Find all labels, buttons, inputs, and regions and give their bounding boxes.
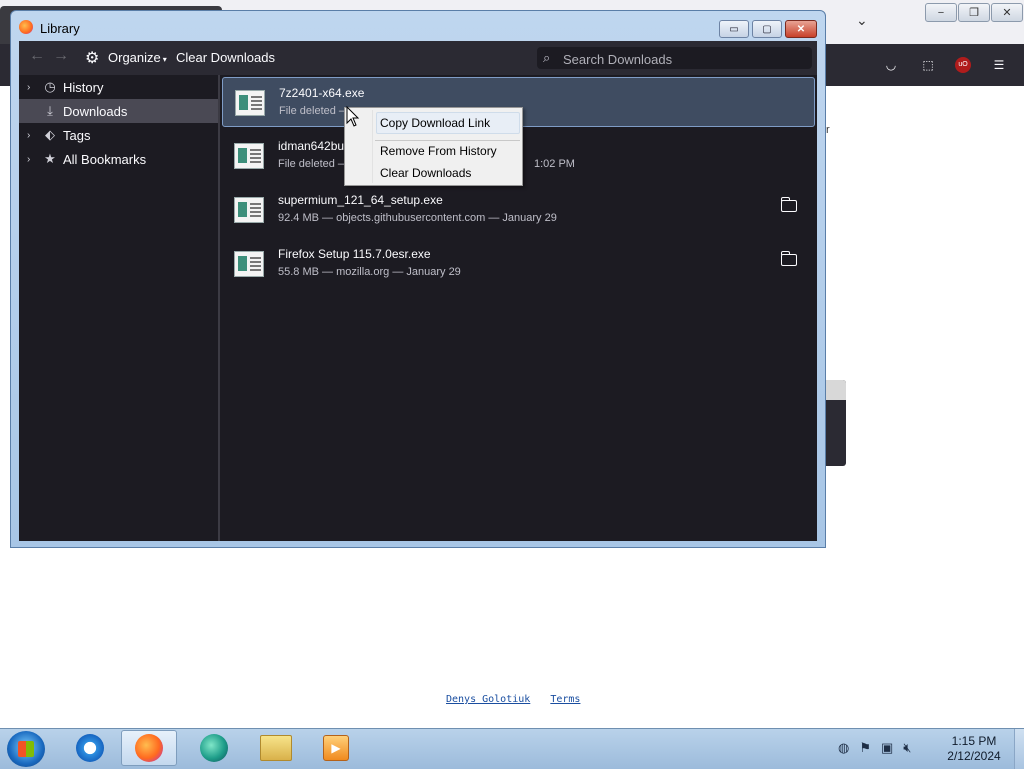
library-toolbar: ← → ⚙ Organize ▾ Clear Downloads ⌕	[19, 41, 817, 75]
folder-icon[interactable]	[780, 197, 797, 212]
sidebar-item-history[interactable]: › ◷ History	[19, 75, 218, 99]
twisty-icon[interactable]: ›	[27, 154, 39, 165]
menu-item-remove-from-history[interactable]: Remove From History	[380, 144, 497, 158]
volume-muted-icon[interactable]: 🔇︎	[903, 740, 911, 756]
maximize-button[interactable]: ▢	[752, 20, 782, 38]
browser-restore-button[interactable]: ❐	[958, 3, 990, 22]
download-meta: File deleted —	[278, 158, 349, 170]
back-button[interactable]: ←	[29, 47, 45, 65]
taskbar-app-file-explorer[interactable]	[248, 730, 304, 766]
clock[interactable]: 1:15 PM 2/12/2024	[940, 734, 1008, 764]
download-name: 7z2401-x64.exe	[279, 86, 365, 100]
globe-icon	[200, 734, 228, 762]
minimize-button[interactable]: ▭	[719, 20, 749, 38]
download-meta: 92.4 MB — objects.githubusercontent.com …	[278, 212, 557, 224]
ublock-icon[interactable]: uO	[952, 54, 974, 76]
file-icon	[234, 143, 264, 169]
download-row[interactable]: supermium_121_64_setup.exe 92.4 MB — obj…	[222, 185, 815, 235]
window-title: Library	[40, 21, 80, 36]
taskbar-app-firefox[interactable]	[121, 730, 177, 766]
page-text-fragment: r	[826, 124, 830, 136]
firefox-icon	[19, 20, 33, 34]
file-icon	[235, 90, 265, 116]
extensions-icon[interactable]: ⬚	[917, 54, 939, 76]
show-desktop-button[interactable]	[1014, 729, 1024, 769]
sidebar-item-all-bookmarks[interactable]: › ★ All Bookmarks	[19, 147, 218, 171]
pocket-icon[interactable]: ◡	[880, 54, 902, 76]
scrollbar-thumb[interactable]	[826, 380, 846, 400]
footer-link-terms[interactable]: Terms	[550, 694, 580, 705]
download-meta: 55.8 MB — mozilla.org — January 29	[278, 266, 461, 278]
chevron-down-icon: ▾	[162, 55, 167, 64]
page-scrollbar[interactable]	[826, 380, 846, 466]
organize-label: Organize	[108, 50, 161, 65]
taskbar-app-globe[interactable]	[186, 730, 242, 766]
context-menu: Copy Download Link Remove From History C…	[344, 107, 523, 186]
sidebar-item-label: All Bookmarks	[63, 151, 147, 167]
sidebar-item-downloads[interactable]: ⤓ Downloads	[19, 99, 218, 123]
download-row[interactable]: Firefox Setup 115.7.0esr.exe 55.8 MB — m…	[222, 239, 815, 289]
sidebar-item-tags[interactable]: › ⬖ Tags	[19, 123, 218, 147]
network-globe-icon[interactable]: ◍	[838, 740, 849, 756]
browser-close-button[interactable]: ✕	[991, 3, 1023, 22]
internet-explorer-icon	[76, 734, 104, 762]
play-icon: ▶	[323, 735, 349, 761]
folder-icon[interactable]	[780, 251, 797, 266]
search-box[interactable]: ⌕	[537, 47, 812, 69]
footer-links: Denys Golotiuk Terms	[446, 694, 594, 705]
system-tray: ◍ ⚑ ▣ 🔇︎	[838, 740, 912, 756]
file-icon	[234, 251, 264, 277]
clock-time: 1:15 PM	[951, 734, 997, 748]
sidebar-item-label: History	[63, 79, 104, 95]
sidebar-item-label: Downloads	[63, 103, 128, 119]
twisty-icon[interactable]: ›	[27, 130, 39, 141]
menu-icon[interactable]: ☰	[988, 54, 1010, 76]
file-icon	[234, 197, 264, 223]
mouse-cursor-icon	[346, 106, 360, 127]
menu-separator	[375, 140, 520, 141]
clock-date: 2/12/2024	[947, 749, 1001, 763]
close-button[interactable]: ✕	[785, 20, 817, 38]
download-meta: File deleted —	[279, 105, 350, 117]
library-titlebar[interactable]: Library ▭ ▢ ✕	[11, 11, 825, 41]
download-name: idman642bu	[278, 139, 345, 153]
start-button[interactable]	[7, 731, 45, 767]
action-center-flag-icon[interactable]: ⚑	[859, 740, 871, 756]
library-window: Library ▭ ▢ ✕ ← → ⚙ Organize ▾ Clear Down…	[10, 10, 826, 548]
browser-minimize-button[interactable]: −	[925, 3, 957, 22]
forward-button[interactable]: →	[53, 47, 69, 65]
organize-button[interactable]: Organize ▾	[108, 50, 167, 65]
download-name: Firefox Setup 115.7.0esr.exe	[278, 247, 431, 261]
twisty-icon[interactable]: ›	[27, 82, 39, 93]
star-icon: ★	[44, 151, 56, 166]
gear-icon[interactable]: ⚙	[85, 48, 99, 68]
menu-item-clear-downloads[interactable]: Clear Downloads	[380, 166, 471, 180]
taskbar-app-media-player[interactable]: ▶	[308, 730, 364, 766]
menu-gutter	[372, 110, 373, 183]
tab-list-chevron-icon[interactable]: ⌄	[856, 12, 868, 29]
download-name: supermium_121_64_setup.exe	[278, 193, 443, 207]
download-icon: ⤓	[47, 103, 53, 118]
tag-icon: ⬖	[45, 127, 55, 142]
sidebar: › ◷ History ⤓ Downloads › ⬖ Tags › ★ All…	[19, 75, 220, 541]
search-icon: ⌕	[543, 50, 551, 65]
sidebar-item-label: Tags	[63, 127, 91, 143]
firefox-icon	[135, 734, 163, 762]
search-input[interactable]	[561, 49, 811, 69]
folder-icon	[260, 735, 292, 761]
clear-downloads-button[interactable]: Clear Downloads	[176, 50, 275, 65]
menu-item-copy-download-link[interactable]: Copy Download Link	[380, 116, 490, 130]
taskbar-app-internet-explorer[interactable]	[62, 730, 118, 766]
download-time: 1:02 PM	[534, 158, 575, 170]
clock-icon: ◷	[44, 79, 56, 94]
network-icon[interactable]: ▣	[881, 740, 893, 756]
footer-link-author[interactable]: Denys Golotiuk	[446, 694, 530, 705]
taskbar: ▶ ◍ ⚑ ▣ 🔇︎ 1:15 PM 2/12/2024	[0, 728, 1024, 769]
